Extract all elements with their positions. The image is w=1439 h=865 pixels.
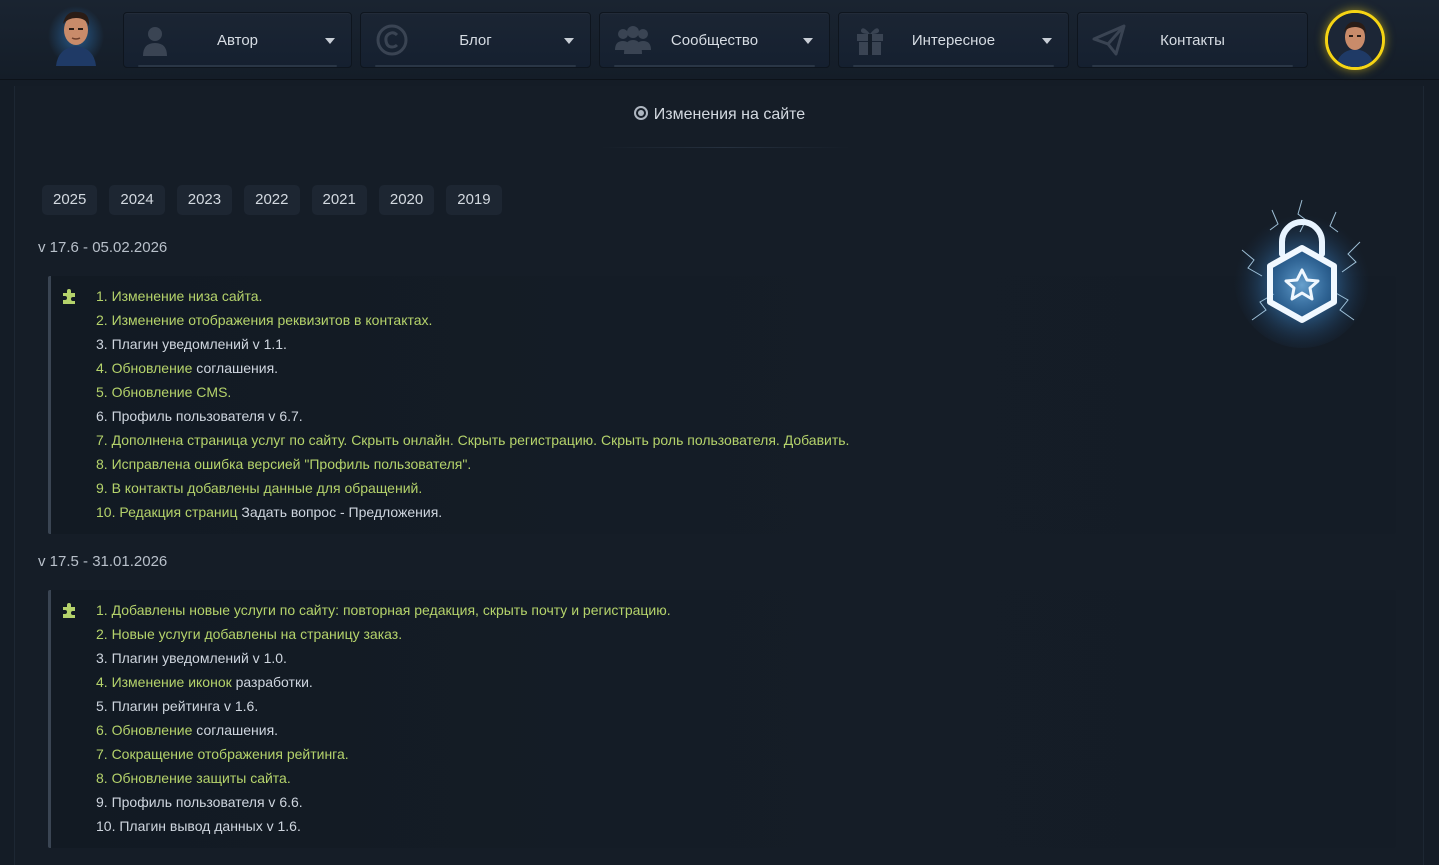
changelog-item: 10. Плагин вывод данных v 1.6. xyxy=(96,814,671,838)
changelog-item: 3. Плагин уведомлений v 1.0. xyxy=(96,646,671,670)
changelog-item-text: Задать вопрос - Предложения. xyxy=(237,504,443,520)
changelog-item-text: 3. Плагин уведомлений v 1.1. xyxy=(96,336,287,352)
changelog-item-text: 2. Изменение отображения реквизитов в ко… xyxy=(96,312,433,328)
page-title: Изменения на сайте xyxy=(0,106,1439,124)
changelog-item-text: 5. Плагин рейтинга v 1.6. xyxy=(96,698,259,714)
page-title-text: Изменения на сайте xyxy=(653,106,806,123)
user-avatar[interactable] xyxy=(1325,10,1385,70)
changelog-item-text: соглашения. xyxy=(192,722,279,738)
nav-author-label: Автор xyxy=(216,32,259,49)
changelog-item-text: 7. Дополнена страница услуг по сайту. Ск… xyxy=(96,432,850,448)
nav-community[interactable]: Сообщество xyxy=(599,12,830,68)
nav-author[interactable]: Автор xyxy=(123,12,352,68)
nav-underline xyxy=(614,65,815,67)
changelog-item-text: 6. Обновление xyxy=(96,722,193,738)
nav-underline xyxy=(853,65,1054,67)
changelog-item-text: 4. Изменение иконок xyxy=(96,674,232,690)
changelog-block: 1. Добавлены новые услуги по сайту: повт… xyxy=(48,590,1396,848)
year-button-2021[interactable]: 2021 xyxy=(311,185,367,215)
year-button-2022[interactable]: 2022 xyxy=(244,185,300,215)
changelog-item: 1. Изменение низа сайта. xyxy=(96,284,849,308)
nav-blog-label: Блог xyxy=(459,32,492,49)
changelog-item-text: 10. Редакция страниц xyxy=(96,504,238,520)
changelog-item-text: 9. Профиль пользователя v 6.6. xyxy=(96,794,303,810)
changelog-item: 5. Обновление CMS. xyxy=(96,380,849,404)
changelog-item-text: 8. Обновление защиты сайта. xyxy=(96,770,291,786)
changelog-item: 8. Обновление защиты сайта. xyxy=(96,766,671,790)
changelog-block: 1. Изменение низа сайта. 2. Изменение ото… xyxy=(48,276,1396,534)
changelog-item: 10. Редакция страниц Задать вопрос - Пре… xyxy=(96,500,849,524)
user-avatar-icon xyxy=(1328,13,1382,67)
electric-lock-icon xyxy=(1234,199,1370,348)
changelog-item-text: 7. Сокращение отображения рейтинга. xyxy=(96,746,349,762)
changelog-item-text: 1. Добавлены новые услуги по сайту: повт… xyxy=(96,602,671,618)
year-filter: 2025 2024 2023 2022 2021 2020 2019 xyxy=(42,185,502,215)
changelog-item-text: 2. Новые услуги добавлены на страницу за… xyxy=(96,626,403,642)
year-button-2020[interactable]: 2020 xyxy=(378,185,435,215)
nav-community-label: Сообщество xyxy=(670,32,759,49)
year-button-2023[interactable]: 2023 xyxy=(176,185,233,215)
changelog-item: 5. Плагин рейтинга v 1.6. xyxy=(96,694,671,718)
year-button-2024[interactable]: 2024 xyxy=(109,185,165,215)
puzzle-piece-icon xyxy=(63,289,75,304)
changelog-item-text: 9. В контакты добавлены данные для обращ… xyxy=(96,480,423,496)
changelog-item-text: 10. Плагин вывод данных v 1.6. xyxy=(96,818,301,834)
changelog-item: 2. Изменение отображения реквизитов в ко… xyxy=(96,308,849,332)
chevron-down-icon xyxy=(564,38,574,44)
top-navigation: Автор Блог Сообщество Интересное Контакт… xyxy=(0,0,1439,80)
nav-underline xyxy=(1092,65,1293,67)
changelog-item: 8. Исправлена ошибка версией "Профиль по… xyxy=(96,452,849,476)
version-heading: v 17.6 - 05.02.2026 xyxy=(38,239,168,256)
changelog-list: 1. Изменение низа сайта. 2. Изменение ото… xyxy=(96,284,849,524)
changelog-item-text: 1. Изменение низа сайта. xyxy=(96,288,263,304)
changelog-item: 1. Добавлены новые услуги по сайту: повт… xyxy=(96,598,671,622)
version-heading: v 17.5 - 31.01.2026 xyxy=(38,553,168,570)
year-button-2019[interactable]: 2019 xyxy=(446,185,502,215)
chevron-down-icon xyxy=(1042,38,1052,44)
changelog-item-text: 5. Обновление CMS. xyxy=(96,384,232,400)
changelog-item: 2. Новые услуги добавлены на страницу за… xyxy=(96,622,671,646)
changelog-item-text: разработки. xyxy=(231,674,313,690)
changelog-item: 7. Сокращение отображения рейтинга. xyxy=(96,742,671,766)
puzzle-piece-icon xyxy=(63,603,75,618)
nav-interesting-label: Интересное xyxy=(911,32,996,49)
changelog-item-text: 3. Плагин уведомлений v 1.0. xyxy=(96,650,287,666)
chevron-down-icon xyxy=(325,38,335,44)
nav-contacts-label: Контакты xyxy=(1160,32,1225,49)
year-button-2025[interactable]: 2025 xyxy=(42,185,98,215)
chevron-down-icon xyxy=(803,38,813,44)
changelog-item: 4. Обновление соглашения. xyxy=(96,356,849,380)
changelog-item-text: 6. Профиль пользователя v 6.7. xyxy=(96,408,303,424)
nav-underline xyxy=(138,65,337,67)
nav-interesting[interactable]: Интересное xyxy=(838,12,1069,68)
radio-dot-icon xyxy=(633,106,648,120)
title-divider xyxy=(600,147,850,148)
changelog-item: 9. Профиль пользователя v 6.6. xyxy=(96,790,671,814)
avatar-portrait-icon[interactable] xyxy=(48,4,104,66)
nav-underline xyxy=(375,65,576,67)
changelog-item: 6. Обновление соглашения. xyxy=(96,718,671,742)
changelog-item: 4. Изменение иконок разработки. xyxy=(96,670,671,694)
nav-contacts[interactable]: Контакты xyxy=(1077,12,1308,68)
changelog-item: 6. Профиль пользователя v 6.7. xyxy=(96,404,849,428)
changelog-item-text: 8. Исправлена ошибка версией "Профиль по… xyxy=(96,456,472,472)
nav-blog[interactable]: Блог xyxy=(360,12,591,68)
changelog-item-text: 4. Обновление xyxy=(96,360,193,376)
changelog-item-text: соглашения. xyxy=(192,360,279,376)
changelog-item: 7. Дополнена страница услуг по сайту. Ск… xyxy=(96,428,849,452)
changelog-item: 3. Плагин уведомлений v 1.1. xyxy=(96,332,849,356)
changelog-item: 9. В контакты добавлены данные для обращ… xyxy=(96,476,849,500)
changelog-list: 1. Добавлены новые услуги по сайту: повт… xyxy=(96,598,671,838)
